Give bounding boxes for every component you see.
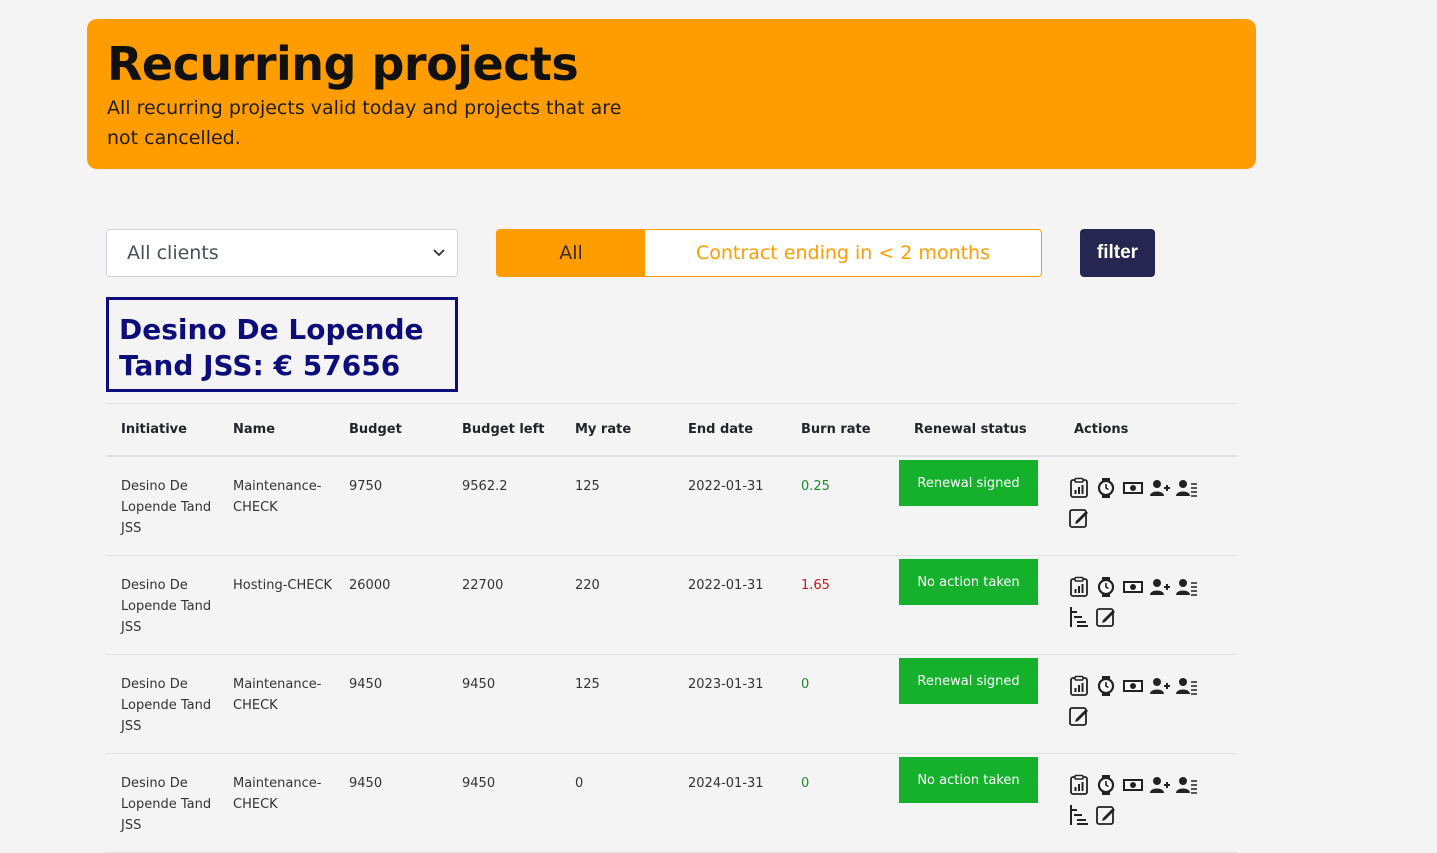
cell-initiative: Desino De Lopende Tand JSS [106,555,218,655]
tree-list-icon[interactable] [1068,606,1090,628]
cell-name: Maintenance-CHECK [218,753,334,853]
column-header: Actions [1059,403,1237,457]
column-header: Budget [334,403,447,457]
cell-end-date: 2022-01-31 [673,555,786,655]
cell-budget-left: 22700 [447,555,560,655]
cell-my-rate: 125 [560,456,673,556]
report-icon[interactable] [1068,576,1090,598]
user-list-icon[interactable] [1176,477,1198,499]
cell-actions [1059,654,1237,754]
cell-actions [1059,456,1237,556]
cell-my-rate: 0 [560,753,673,853]
cell-budget: 9450 [334,654,447,754]
edit-icon[interactable] [1068,507,1090,529]
cell-name: Maintenance-CHECK [218,456,334,556]
user-plus-icon[interactable] [1149,477,1171,499]
cell-budget: 9750 [334,456,447,556]
chevron-down-icon [433,246,445,260]
money-icon[interactable] [1122,477,1144,499]
cell-burn-rate: 1.65 [786,555,899,655]
tree-list-icon[interactable] [1068,804,1090,826]
cell-name: Hosting-CHECK [218,555,334,655]
edit-icon[interactable] [1095,804,1117,826]
client-total-summary: Desino De Lopende Tand JSS: € 57656 [106,297,458,392]
cell-initiative: Desino De Lopende Tand JSS [106,753,218,853]
cell-my-rate: 220 [560,555,673,655]
cell-end-date: 2023-01-31 [673,654,786,754]
table-row: Desino De Lopende Tand JSS Maintenance-CH… [106,753,1237,853]
watch-icon[interactable] [1095,774,1117,796]
renewal-status-badge[interactable]: No action taken [899,559,1038,605]
user-list-icon[interactable] [1176,576,1198,598]
cell-budget: 9450 [334,753,447,853]
table-row: Desino De Lopende Tand JSS Hosting-CHECK 2… [106,555,1237,655]
user-list-icon[interactable] [1176,774,1198,796]
renewal-status-badge[interactable]: Renewal signed [899,658,1038,704]
column-header: Initiative [106,403,218,457]
user-plus-icon[interactable] [1149,774,1171,796]
edit-icon[interactable] [1068,705,1090,727]
watch-icon[interactable] [1095,675,1117,697]
cell-initiative: Desino De Lopende Tand JSS [106,654,218,754]
cell-renewal-status: No action taken [899,555,1059,655]
client-select[interactable]: All clients [106,229,458,277]
cell-budget-left: 9450 [447,654,560,754]
client-summary-line1: Desino De Lopende [119,313,424,346]
cell-renewal-status: Renewal signed [899,654,1059,754]
user-plus-icon[interactable] [1149,576,1171,598]
cell-initiative: Desino De Lopende Tand JSS [106,456,218,556]
report-icon[interactable] [1068,774,1090,796]
money-icon[interactable] [1122,675,1144,697]
money-icon[interactable] [1122,774,1144,796]
column-header: Renewal status [899,403,1059,457]
user-plus-icon[interactable] [1149,675,1171,697]
cell-end-date: 2024-01-31 [673,753,786,853]
cell-budget: 26000 [334,555,447,655]
renewal-status-badge[interactable]: Renewal signed [899,460,1038,506]
page-subtitle: All recurring projects valid today and p… [107,97,622,149]
column-header: Budget left [447,403,560,457]
cell-end-date: 2022-01-31 [673,456,786,556]
report-icon[interactable] [1068,675,1090,697]
cell-my-rate: 125 [560,654,673,754]
cell-burn-rate: 0.25 [786,456,899,556]
watch-icon[interactable] [1095,576,1117,598]
page-header: Recurring projects All recurring project… [87,19,1256,169]
user-list-icon[interactable] [1176,675,1198,697]
renewal-status-badge[interactable]: No action taken [899,757,1038,803]
cell-budget-left: 9562.2 [447,456,560,556]
filter-button[interactable]: filter [1080,229,1155,277]
cell-renewal-status: No action taken [899,753,1059,853]
cell-renewal-status: Renewal signed [899,456,1059,556]
projects-table: Initiative Name Budget Budget left My ra… [106,403,1237,853]
watch-icon[interactable] [1095,477,1117,499]
table-row: Desino De Lopende Tand JSS Maintenance-CH… [106,456,1237,556]
column-header: Name [218,403,334,457]
client-summary-line2: Tand JSS: € 57656 [119,349,401,382]
report-icon[interactable] [1068,477,1090,499]
column-header: End date [673,403,786,457]
client-select-value: All clients [127,242,219,264]
cell-burn-rate: 0 [786,753,899,853]
cell-actions [1059,555,1237,655]
cell-actions [1059,753,1237,853]
toggle-all[interactable]: All [497,230,645,276]
table-header-row: Initiative Name Budget Budget left My ra… [106,403,1237,457]
column-header: Burn rate [786,403,899,457]
toggle-contract-ending[interactable]: Contract ending in < 2 months [645,230,1041,276]
edit-icon[interactable] [1095,606,1117,628]
cell-name: Maintenance-CHECK [218,654,334,754]
contract-filter-toggle: All Contract ending in < 2 months [496,229,1042,277]
page-title: Recurring projects [107,37,579,91]
money-icon[interactable] [1122,576,1144,598]
cell-burn-rate: 0 [786,654,899,754]
table-row: Desino De Lopende Tand JSS Maintenance-CH… [106,654,1237,754]
cell-budget-left: 9450 [447,753,560,853]
column-header: My rate [560,403,673,457]
